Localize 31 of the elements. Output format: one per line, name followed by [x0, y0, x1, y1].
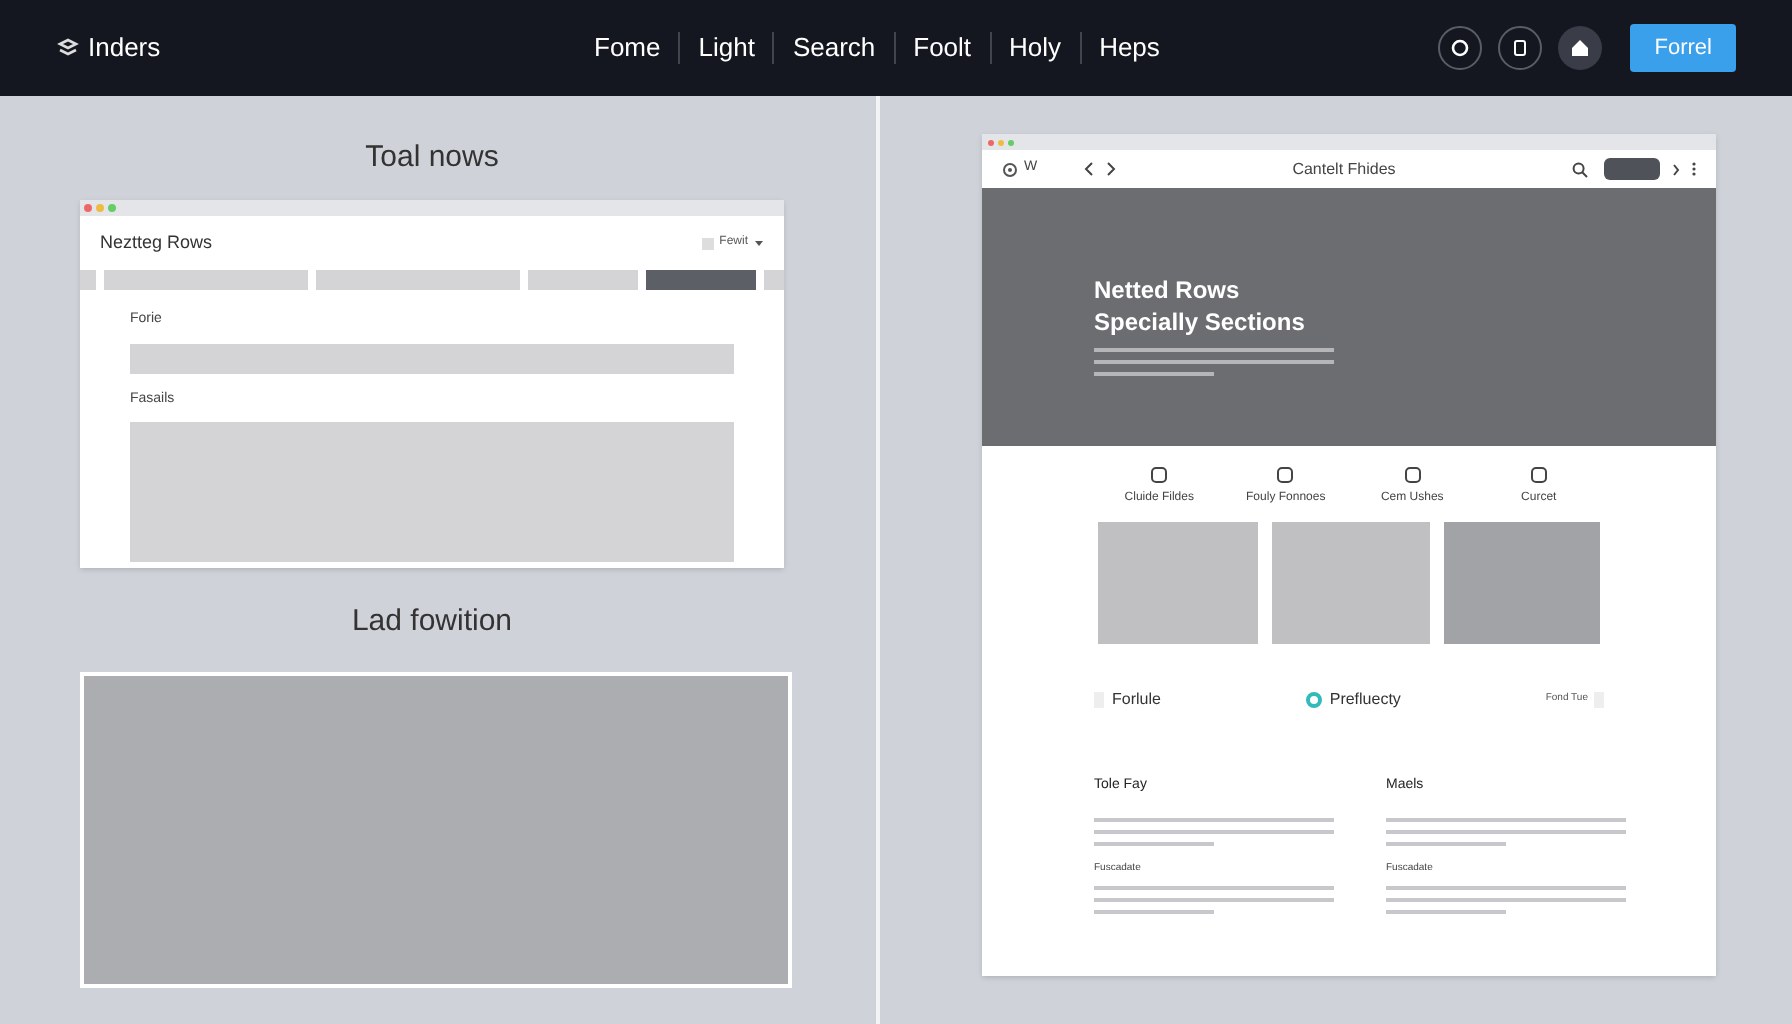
- feature-icon: [1150, 466, 1169, 484]
- menu-pill[interactable]: [1604, 158, 1660, 180]
- caret-icon: [754, 239, 764, 248]
- nav-link[interactable]: Holy: [991, 28, 1080, 68]
- hero-title: Netted Rows: [1094, 274, 1242, 306]
- strip-label: Forlule: [1112, 688, 1161, 712]
- window-title: Neztteg Rows: [100, 229, 213, 256]
- section-heading: Lad fowition: [349, 601, 515, 641]
- chevron-icon[interactable]: [1672, 163, 1680, 175]
- section-heading: Toal nows: [363, 138, 501, 178]
- feature-icon: [1276, 466, 1295, 484]
- nav-link[interactable]: Heps: [1081, 28, 1178, 68]
- hero-title: Specially Sections: [1094, 306, 1307, 338]
- nav-link[interactable]: Fome: [576, 28, 679, 68]
- home-icon[interactable]: [1558, 26, 1603, 70]
- logo-icon: [56, 36, 80, 60]
- nav-link[interactable]: Search: [774, 28, 894, 68]
- forward-icon[interactable]: [1106, 162, 1116, 176]
- tab[interactable]: [646, 269, 756, 291]
- circle-icon: [1305, 692, 1322, 708]
- input-field[interactable]: [130, 343, 734, 374]
- nav-link[interactable]: Foolt: [895, 28, 990, 68]
- page-title: Cantelt Fhides: [1290, 157, 1398, 181]
- strip-label: Prefluecty: [1329, 688, 1401, 712]
- brand-name: Inders: [88, 30, 161, 67]
- nav-link[interactable]: Light: [680, 28, 773, 68]
- feature-icon: [1529, 466, 1548, 484]
- feature-icon: [1403, 466, 1422, 484]
- search-icon[interactable]: [1572, 161, 1588, 177]
- target-icon[interactable]: [1002, 161, 1018, 177]
- back-icon[interactable]: [1084, 162, 1094, 176]
